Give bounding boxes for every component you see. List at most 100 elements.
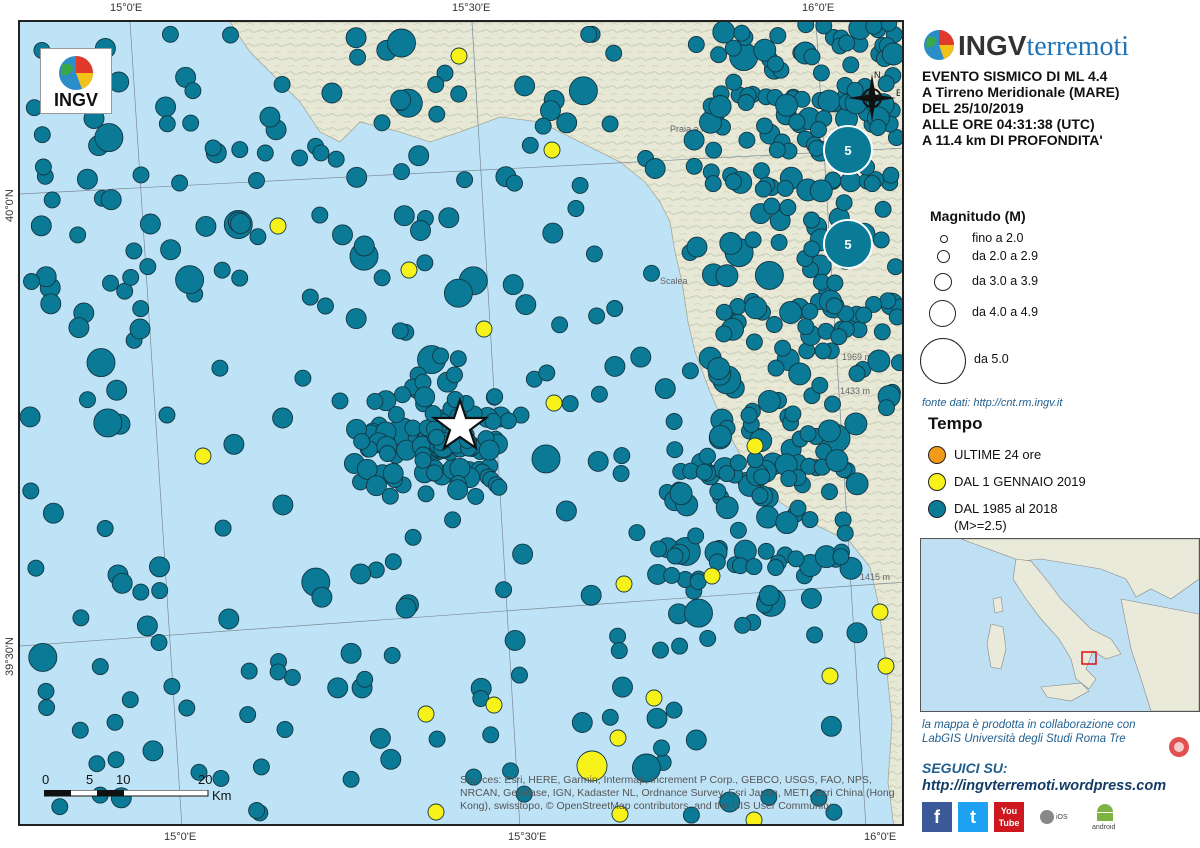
earthquake-marker[interactable] xyxy=(669,482,693,506)
earthquake-marker[interactable] xyxy=(195,215,217,237)
earthquake-marker[interactable] xyxy=(301,288,319,306)
earthquake-marker[interactable] xyxy=(685,157,703,175)
earthquake-marker[interactable] xyxy=(499,412,517,430)
earthquake-marker[interactable] xyxy=(383,646,401,664)
earthquake-marker[interactable] xyxy=(685,729,707,751)
earthquake-marker[interactable] xyxy=(604,355,626,377)
earthquake-marker[interactable] xyxy=(601,115,619,133)
earthquake-marker[interactable] xyxy=(426,464,443,482)
earthquake-marker[interactable] xyxy=(865,22,883,35)
earthquake-marker[interactable] xyxy=(332,224,353,246)
earthquake-marker[interactable] xyxy=(511,666,528,684)
earthquake-marker[interactable] xyxy=(269,663,287,681)
recent-earthquake-marker[interactable] xyxy=(609,729,627,747)
earthquake-marker[interactable] xyxy=(815,22,833,35)
earthquake-marker[interactable] xyxy=(874,200,892,218)
earthquake-marker[interactable] xyxy=(817,89,841,113)
earthquake-marker[interactable] xyxy=(612,676,633,698)
earthquake-marker[interactable] xyxy=(836,524,854,542)
earthquake-marker[interactable] xyxy=(612,465,630,482)
recent-earthquake-marker[interactable] xyxy=(821,667,839,685)
earthquake-marker[interactable] xyxy=(456,171,474,189)
earthquake-marker[interactable] xyxy=(230,213,251,235)
earthquake-marker[interactable] xyxy=(725,173,742,191)
earthquake-marker[interactable] xyxy=(744,231,762,249)
earthquake-marker[interactable] xyxy=(561,395,579,413)
earthquake-marker[interactable] xyxy=(151,582,169,600)
earthquake-marker[interactable] xyxy=(150,634,168,651)
earthquake-marker[interactable] xyxy=(30,215,52,237)
earthquake-marker[interactable] xyxy=(643,264,660,282)
earthquake-marker[interactable] xyxy=(102,274,119,292)
earthquake-marker[interactable] xyxy=(321,82,343,104)
earthquake-marker[interactable] xyxy=(531,444,561,474)
earthquake-marker[interactable] xyxy=(502,274,524,296)
earthquake-marker[interactable] xyxy=(845,472,869,496)
recent-earthquake-marker[interactable] xyxy=(545,394,563,412)
earthquake-marker[interactable] xyxy=(373,269,391,287)
earthquake-marker[interactable] xyxy=(628,524,646,542)
earthquake-marker[interactable] xyxy=(93,408,123,438)
earthquake-marker[interactable] xyxy=(767,559,785,576)
earthquake-marker[interactable] xyxy=(709,424,732,448)
earthquake-marker[interactable] xyxy=(506,174,523,192)
earthquake-marker[interactable] xyxy=(132,300,150,318)
earthquake-marker[interactable] xyxy=(888,308,904,326)
earthquake-marker[interactable] xyxy=(758,585,780,606)
earthquake-marker[interactable] xyxy=(273,75,291,93)
earthquake-marker[interactable] xyxy=(486,388,504,406)
recent-earthquake-marker[interactable] xyxy=(871,603,889,621)
earthquake-marker[interactable] xyxy=(88,755,106,773)
earthquake-marker[interactable] xyxy=(709,483,727,500)
earthquake-marker[interactable] xyxy=(588,307,606,325)
earthquake-marker[interactable] xyxy=(283,668,301,686)
earthquake-marker[interactable] xyxy=(699,629,717,647)
earthquake-marker[interactable] xyxy=(891,354,905,372)
earthquake-marker[interactable] xyxy=(867,349,891,373)
earthquake-marker[interactable] xyxy=(820,715,842,737)
earthquake-marker[interactable] xyxy=(231,141,249,159)
earthquake-marker[interactable] xyxy=(757,542,775,560)
earthquake-marker[interactable] xyxy=(707,357,731,380)
earthquake-marker[interactable] xyxy=(817,419,841,443)
earthquake-marker[interactable] xyxy=(715,496,739,520)
earthquake-marker[interactable] xyxy=(311,586,333,608)
earthquake-marker[interactable] xyxy=(873,323,891,341)
facebook-icon[interactable]: f xyxy=(922,802,952,832)
earthquake-marker[interactable] xyxy=(204,139,222,157)
recent-earthquake-marker[interactable] xyxy=(746,437,764,455)
earthquake-marker[interactable] xyxy=(710,46,728,64)
earthquake-marker[interactable] xyxy=(718,465,736,483)
earthquake-marker[interactable] xyxy=(86,348,116,378)
earthquake-marker[interactable] xyxy=(681,362,699,380)
earthquake-marker[interactable] xyxy=(775,93,799,117)
earthquake-marker[interactable] xyxy=(765,316,783,333)
earthquake-marker[interactable] xyxy=(683,129,705,151)
earthquake-marker[interactable] xyxy=(605,44,623,62)
earthquake-marker[interactable] xyxy=(414,451,432,469)
earthquake-marker[interactable] xyxy=(587,450,609,472)
earthquake-marker[interactable] xyxy=(830,328,848,346)
earthquake-marker[interactable] xyxy=(311,206,329,224)
earthquake-marker[interactable] xyxy=(349,48,367,66)
earthquake-marker[interactable] xyxy=(249,228,267,246)
earthquake-marker[interactable] xyxy=(38,699,56,716)
earthquake-marker[interactable] xyxy=(737,94,755,111)
earthquake-marker[interactable] xyxy=(534,117,552,135)
earthquake-marker[interactable] xyxy=(770,233,788,251)
earthquake-marker[interactable] xyxy=(72,609,90,627)
earthquake-marker[interactable] xyxy=(740,406,758,424)
earthquake-marker[interactable] xyxy=(779,199,797,216)
earthquake-marker[interactable] xyxy=(606,300,624,317)
earthquake-marker[interactable] xyxy=(705,141,723,159)
earthquake-marker[interactable] xyxy=(129,318,151,340)
earthquake-marker[interactable] xyxy=(231,269,249,287)
earthquake-marker[interactable] xyxy=(69,226,87,244)
earthquake-marker[interactable] xyxy=(571,176,589,194)
data-source-link[interactable]: fonte dati: http://cnt.rm.ingv.it xyxy=(922,397,1062,409)
earthquake-marker[interactable] xyxy=(855,306,873,324)
earthquake-marker[interactable] xyxy=(136,615,158,637)
earthquake-marker[interactable] xyxy=(756,505,780,529)
earthquake-marker[interactable] xyxy=(22,482,40,500)
earthquake-marker[interactable] xyxy=(538,364,556,382)
